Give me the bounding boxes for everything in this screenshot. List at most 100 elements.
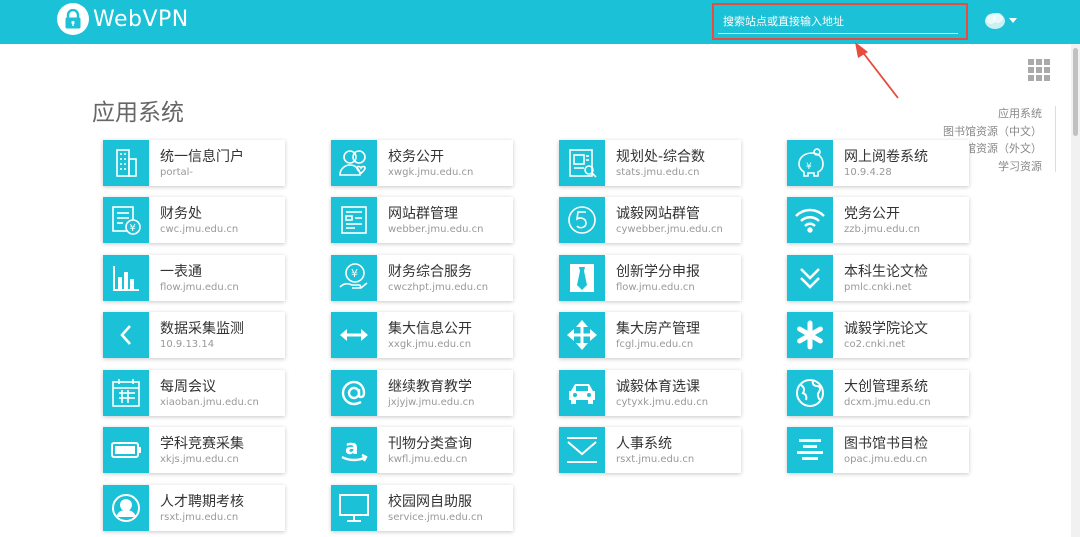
search-input[interactable]	[718, 10, 958, 34]
app-url: 10.9.4.28	[844, 167, 892, 178]
app-card[interactable]: 学科竞赛采集 xkjs.jmu.edu.cn	[103, 427, 285, 473]
user-circle-icon	[103, 485, 149, 531]
app-card[interactable]: 诚毅体育选课 cytyxk.jmu.edu.cn	[559, 370, 741, 416]
app-card[interactable]: 规划处-综合数 stats.jmu.edu.cn	[559, 140, 741, 186]
app-name: 集大信息公开	[388, 321, 472, 337]
app-name: 图书馆书目检	[844, 436, 928, 452]
app-card[interactable]: 网站群管理 webber.jmu.edu.cn	[331, 197, 513, 243]
app-name: 规划处-综合数	[616, 149, 706, 165]
app-url: service.jmu.edu.cn	[388, 512, 483, 523]
double-chevron-down-icon	[787, 255, 833, 301]
building-icon	[103, 140, 149, 186]
app-url: xxgk.jmu.edu.cn	[388, 339, 472, 350]
app-url: rsxt.jmu.edu.cn	[616, 454, 695, 465]
chevron-left-icon	[103, 312, 149, 358]
app-card[interactable]: 数据采集监测 10.9.13.14	[103, 312, 285, 358]
form-icon	[331, 197, 377, 243]
app-card[interactable]: 大创管理系统 dcxm.jmu.edu.cn	[787, 370, 969, 416]
envelope-icon	[559, 427, 605, 473]
app-name: 网上阅卷系统	[844, 149, 928, 165]
app-name: 财务综合服务	[388, 264, 472, 280]
side-nav-item-apps[interactable]: 应用系统	[943, 105, 1042, 123]
app-card[interactable]: a 刊物分类查询 kwfl.jmu.edu.cn	[331, 427, 513, 473]
app-name: 刊物分类查询	[388, 436, 472, 452]
app-card[interactable]: 每周会议 xiaoban.jmu.edu.cn	[103, 370, 285, 416]
app-card[interactable]: ¥ 财务处 cwc.jmu.edu.cn	[103, 197, 285, 243]
amazon-icon: a	[331, 427, 377, 473]
side-nav-item-library-cn[interactable]: 图书馆资源（中文）	[943, 123, 1042, 141]
app-name: 党务公开	[844, 206, 900, 222]
app-url: xkjs.jmu.edu.cn	[160, 454, 239, 465]
app-card[interactable]: 继续教育教学 jxjyjw.jmu.edu.cn	[331, 370, 513, 416]
logo-text: WebVPN	[93, 6, 189, 32]
logo[interactable]: WebVPN	[57, 3, 189, 35]
app-card[interactable]: 党务公开 zzb.jmu.edu.cn	[787, 197, 969, 243]
app-card[interactable]: 创新学分申报 flow.jmu.edu.cn	[559, 255, 741, 301]
app-name: 一表通	[160, 264, 202, 280]
calendar-icon	[103, 370, 149, 416]
app-url: cwc.jmu.edu.cn	[160, 224, 239, 235]
app-url: stats.jmu.edu.cn	[616, 167, 700, 178]
app-name: 创新学分申报	[616, 264, 700, 280]
app-card[interactable]: 人才聘期考核 rsxt.jmu.edu.cn	[103, 485, 285, 531]
app-url: flow.jmu.edu.cn	[616, 282, 695, 293]
svg-text:¥: ¥	[130, 223, 136, 234]
app-url: cywebber.jmu.edu.cn	[616, 224, 723, 235]
app-card[interactable]: ¥ 财务综合服务 cwczhpt.jmu.edu.cn	[331, 255, 513, 301]
align-center-icon	[787, 427, 833, 473]
app-name: 财务处	[160, 206, 202, 222]
app-card[interactable]: 诚毅网站群管 cywebber.jmu.edu.cn	[559, 197, 741, 243]
invoice-icon: ¥	[103, 197, 149, 243]
app-grid-icon[interactable]	[1028, 59, 1050, 81]
app-url: cwczhpt.jmu.edu.cn	[388, 282, 489, 293]
app-card[interactable]: 统一信息门户 portal-	[103, 140, 285, 186]
app-name: 大创管理系统	[844, 379, 928, 395]
app-card[interactable]: 集大信息公开 xxgk.jmu.edu.cn	[331, 312, 513, 358]
svg-text:¥: ¥	[351, 267, 358, 280]
tie-icon	[559, 255, 605, 301]
app-card[interactable]: 人事系统 rsxt.jmu.edu.cn	[559, 427, 741, 473]
app-url: webber.jmu.edu.cn	[388, 224, 484, 235]
lock-icon	[57, 3, 89, 35]
piggy-bank-icon: ¥	[787, 140, 833, 186]
app-card[interactable]: 本科生论文检 pmlc.cnki.net	[787, 255, 969, 301]
app-card[interactable]: 图书馆书目检 opac.jmu.edu.cn	[787, 427, 969, 473]
app-name: 人事系统	[616, 436, 672, 452]
app-name: 本科生论文检	[844, 264, 928, 280]
app-name: 统一信息门户	[160, 149, 244, 165]
app-name: 集大房产管理	[616, 321, 700, 337]
app-name: 校园网自助服	[388, 494, 472, 510]
app-card[interactable]: 一表通 flow.jmu.edu.cn	[103, 255, 285, 301]
app-card[interactable]: 诚毅学院论文 co2.cnki.net	[787, 312, 969, 358]
car-icon	[559, 370, 605, 416]
battery-icon	[103, 427, 149, 473]
app-name: 数据采集监测	[160, 321, 244, 337]
people-icon	[331, 140, 377, 186]
section-title: 应用系统	[92, 100, 184, 126]
app-name: 诚毅体育选课	[616, 379, 700, 395]
horizontal-arrows-icon	[331, 312, 377, 358]
app-name: 校务公开	[388, 149, 444, 165]
user-avatar-icon	[985, 13, 1005, 29]
app-url: pmlc.cnki.net	[844, 282, 912, 293]
app-url: cytyxk.jmu.edu.cn	[616, 397, 709, 408]
app-card[interactable]: ¥ 网上阅卷系统 10.9.4.28	[787, 140, 969, 186]
app-card[interactable]: 校园网自助服 service.jmu.edu.cn	[331, 485, 513, 531]
app-url: zzb.jmu.edu.cn	[844, 224, 920, 235]
asterisk-icon	[787, 312, 833, 358]
app-name: 每周会议	[160, 379, 216, 395]
yen-hand-icon: ¥	[331, 255, 377, 301]
app-url: opac.jmu.edu.cn	[844, 454, 928, 465]
user-menu[interactable]	[984, 10, 1017, 30]
app-card[interactable]: 集大房产管理 fcgl.jmu.edu.cn	[559, 312, 741, 358]
side-nav-divider	[1055, 106, 1056, 172]
app-url: kwfl.jmu.edu.cn	[388, 454, 468, 465]
app-url: 10.9.13.14	[160, 339, 215, 350]
app-card[interactable]: 校务公开 xwgk.jmu.edu.cn	[331, 140, 513, 186]
move-arrows-icon	[559, 312, 605, 358]
app-name: 人才聘期考核	[160, 494, 244, 510]
app-url: jxjyjw.jmu.edu.cn	[388, 397, 475, 408]
monitor-icon	[331, 485, 377, 531]
scrollbar-thumb[interactable]	[1073, 48, 1078, 136]
app-url: xiaoban.jmu.edu.cn	[160, 397, 259, 408]
